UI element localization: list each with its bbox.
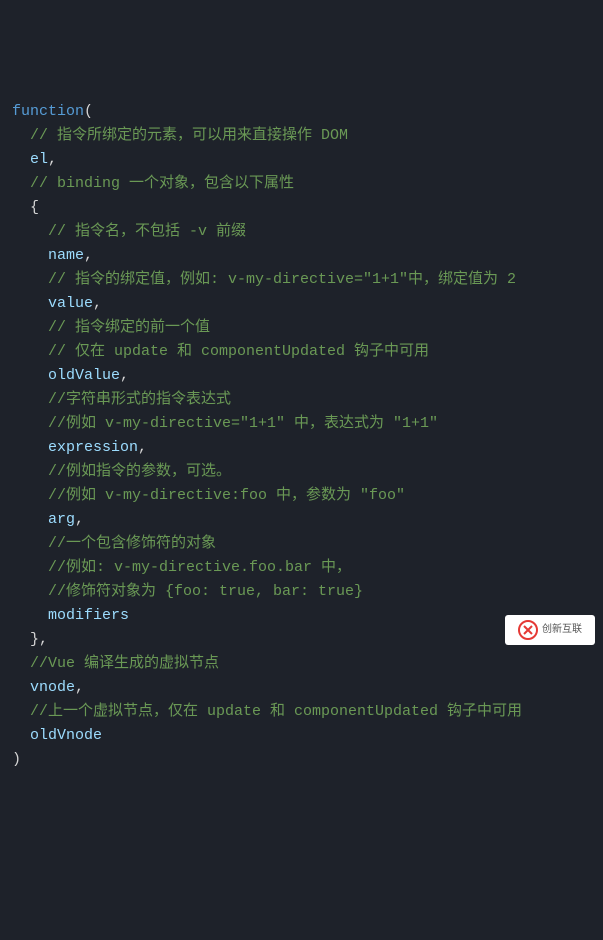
comment-modifiers-1: //一个包含修饰符的对象: [48, 535, 216, 552]
comment-expression-2: //例如 v-my-directive="1+1" 中，表达式为 "1+1": [48, 415, 438, 432]
brace-close: }: [30, 631, 39, 648]
comma: ,: [75, 511, 84, 528]
close-paren: ): [12, 751, 21, 768]
comment-arg-1: //例如指令的参数，可选。: [48, 463, 231, 480]
comma: ,: [39, 631, 48, 648]
comma: ,: [93, 295, 102, 312]
comment-modifiers-3: //修饰符对象为 {foo: true, bar: true}: [48, 583, 363, 600]
comma: ,: [75, 679, 84, 696]
comment-oldvnode: //上一个虚拟节点，仅在 update 和 componentUpdated 钩…: [30, 703, 522, 720]
prop-oldvalue: oldValue: [48, 367, 120, 384]
comma: ,: [48, 151, 57, 168]
comment-oldvalue-2: // 仅在 update 和 componentUpdated 钩子中可用: [48, 343, 429, 360]
watermark-logo: 创新互联: [505, 615, 595, 645]
comment-arg-2: //例如 v-my-directive:foo 中，参数为 "foo": [48, 487, 405, 504]
keyword-function: function: [12, 103, 84, 120]
open-paren: (: [84, 103, 93, 120]
comment-value: // 指令的绑定值，例如: v-my-directive="1+1"中，绑定值为…: [48, 271, 516, 288]
logo-icon: [518, 620, 538, 640]
comma: ,: [84, 247, 93, 264]
param-vnode: vnode: [30, 679, 75, 696]
prop-expression: expression: [48, 439, 138, 456]
watermark-text: 创新互联: [542, 618, 582, 642]
comment-binding: // binding 一个对象，包含以下属性: [30, 175, 294, 192]
comment-modifiers-2: //例如: v-my-directive.foo.bar 中，: [48, 559, 351, 576]
prop-value: value: [48, 295, 93, 312]
prop-modifiers: modifiers: [48, 607, 129, 624]
comment-name: // 指令名，不包括 -v 前缀: [48, 223, 246, 240]
comment-oldvalue-1: // 指令绑定的前一个值: [48, 319, 210, 336]
param-el: el: [30, 151, 48, 168]
prop-arg: arg: [48, 511, 75, 528]
comment-el: // 指令所绑定的元素，可以用来直接操作 DOM: [30, 127, 348, 144]
prop-name: name: [48, 247, 84, 264]
comment-expression-1: //字符串形式的指令表达式: [48, 391, 231, 408]
brace-open: {: [30, 199, 39, 216]
comma: ,: [138, 439, 147, 456]
code-block: function( // 指令所绑定的元素，可以用来直接操作 DOM el, /…: [12, 100, 603, 772]
comment-vnode: //Vue 编译生成的虚拟节点: [30, 655, 219, 672]
param-oldvnode: oldVnode: [30, 727, 102, 744]
comma: ,: [120, 367, 129, 384]
